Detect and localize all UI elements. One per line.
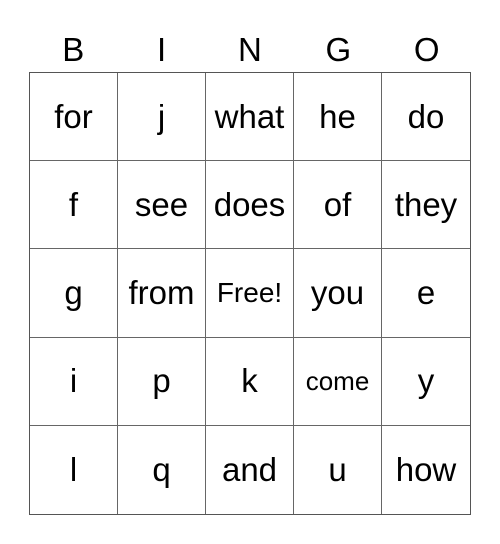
- bingo-cell[interactable]: l: [30, 425, 118, 514]
- bingo-cell[interactable]: p: [118, 337, 206, 426]
- bingo-cell[interactable]: they: [382, 161, 470, 250]
- bingo-cell[interactable]: and: [206, 425, 294, 514]
- bingo-cell[interactable]: g: [30, 249, 118, 338]
- bingo-cell[interactable]: how: [382, 426, 470, 514]
- bingo-cell[interactable]: he: [294, 73, 382, 162]
- header-letter-g: G: [325, 31, 352, 68]
- bingo-cell[interactable]: q: [118, 425, 206, 514]
- free-space-cell[interactable]: Free!: [206, 249, 294, 338]
- bingo-cell[interactable]: see: [118, 161, 206, 250]
- bingo-cell[interactable]: i: [30, 337, 118, 426]
- bingo-cell[interactable]: f: [30, 161, 118, 250]
- bingo-cell[interactable]: what: [206, 73, 294, 162]
- bingo-header: B I N G O: [29, 28, 471, 72]
- bingo-cell[interactable]: you: [294, 249, 382, 338]
- bingo-cell[interactable]: does: [206, 161, 294, 250]
- bingo-cell[interactable]: for: [30, 73, 118, 162]
- header-letter-b: B: [62, 31, 85, 68]
- bingo-cell[interactable]: k: [206, 337, 294, 426]
- bingo-cell[interactable]: y: [382, 338, 470, 426]
- header-letter-i: I: [157, 31, 167, 68]
- bingo-cell[interactable]: of: [294, 161, 382, 250]
- header-letter-n: N: [238, 31, 262, 68]
- header-letter-o: O: [413, 31, 440, 68]
- bingo-cell[interactable]: u: [294, 425, 382, 514]
- bingo-cell[interactable]: come: [294, 337, 382, 426]
- bingo-cell[interactable]: j: [118, 73, 206, 162]
- bingo-cell[interactable]: do: [382, 73, 470, 162]
- bingo-card-grid: for j what he do f see does of they g fr…: [29, 72, 471, 515]
- bingo-cell[interactable]: e: [382, 249, 470, 338]
- bingo-cell[interactable]: from: [118, 249, 206, 338]
